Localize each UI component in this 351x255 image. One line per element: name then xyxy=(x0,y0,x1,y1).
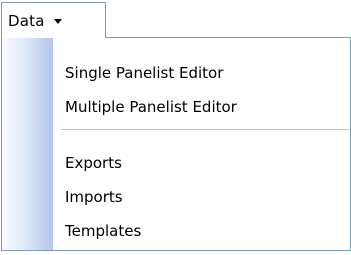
menu-item-single-panelist-editor[interactable]: Single Panelist Editor xyxy=(53,56,350,90)
menu-item-multiple-panelist-editor[interactable]: Multiple Panelist Editor xyxy=(53,90,350,124)
menu-item-label: Multiple Panelist Editor xyxy=(65,98,237,116)
menu-item-list: Single Panelist Editor Multiple Panelist… xyxy=(53,38,350,250)
menu-item-label: Templates xyxy=(65,222,142,240)
menu-item-exports[interactable]: Exports xyxy=(53,146,350,180)
data-menu: Data Single Panelist Editor Multiple Pan… xyxy=(0,0,351,255)
menu-item-imports[interactable]: Imports xyxy=(53,180,350,214)
data-dropdown-panel: Single Panelist Editor Multiple Panelist… xyxy=(1,37,351,251)
data-menu-label: Data xyxy=(8,11,45,30)
data-menu-button[interactable]: Data xyxy=(1,2,106,38)
menu-item-label: Single Panelist Editor xyxy=(65,64,224,82)
menu-separator xyxy=(61,129,350,130)
dropdown-arrow-icon xyxy=(53,18,62,24)
menu-item-label: Exports xyxy=(65,154,122,172)
menu-item-templates[interactable]: Templates xyxy=(53,214,350,248)
menu-item-label: Imports xyxy=(65,188,123,206)
menu-icon-gutter xyxy=(2,38,53,250)
